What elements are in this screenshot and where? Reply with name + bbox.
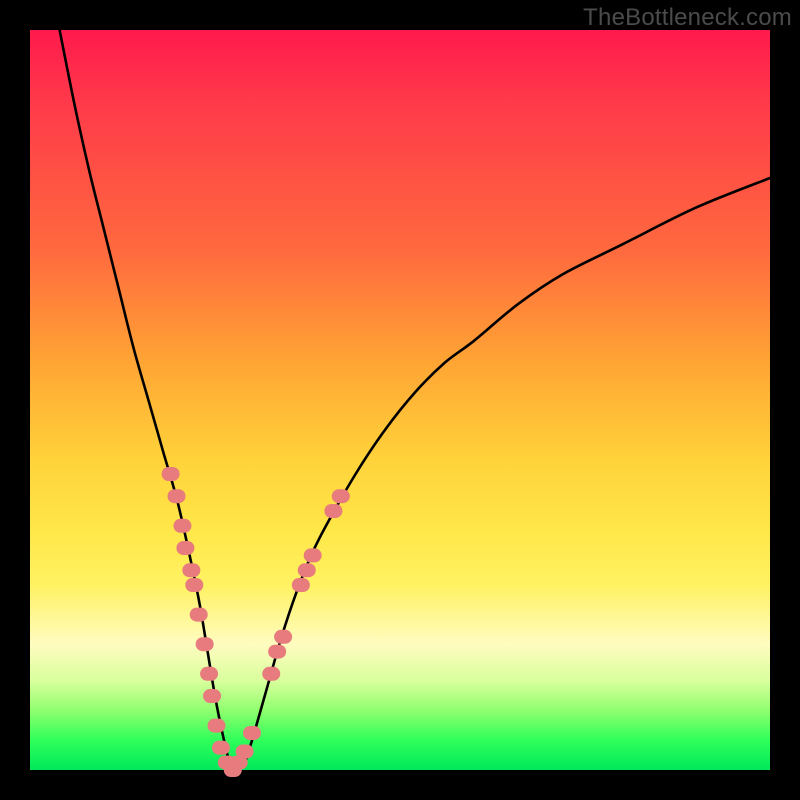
data-marker	[332, 489, 350, 503]
data-marker	[268, 645, 286, 659]
data-marker	[173, 519, 191, 533]
data-marker	[176, 541, 194, 555]
data-marker	[304, 548, 322, 562]
data-marker	[182, 563, 200, 577]
data-marker	[207, 719, 225, 733]
data-markers-group	[162, 467, 350, 777]
data-marker	[274, 630, 292, 644]
watermark-text: TheBottleneck.com	[583, 4, 792, 32]
data-marker	[298, 563, 316, 577]
data-marker	[162, 467, 180, 481]
data-marker	[203, 689, 221, 703]
data-marker	[262, 667, 280, 681]
curve-svg	[30, 30, 770, 770]
data-marker	[200, 667, 218, 681]
data-marker	[190, 608, 208, 622]
data-marker	[324, 504, 342, 518]
data-marker	[212, 741, 230, 755]
data-marker	[196, 637, 214, 651]
plot-area	[30, 30, 770, 770]
data-marker	[185, 578, 203, 592]
data-marker	[168, 489, 186, 503]
chart-frame: TheBottleneck.com	[0, 0, 800, 800]
data-marker	[236, 745, 254, 759]
data-marker	[292, 578, 310, 592]
data-marker	[243, 726, 261, 740]
bottleneck-curve-path	[60, 30, 770, 770]
